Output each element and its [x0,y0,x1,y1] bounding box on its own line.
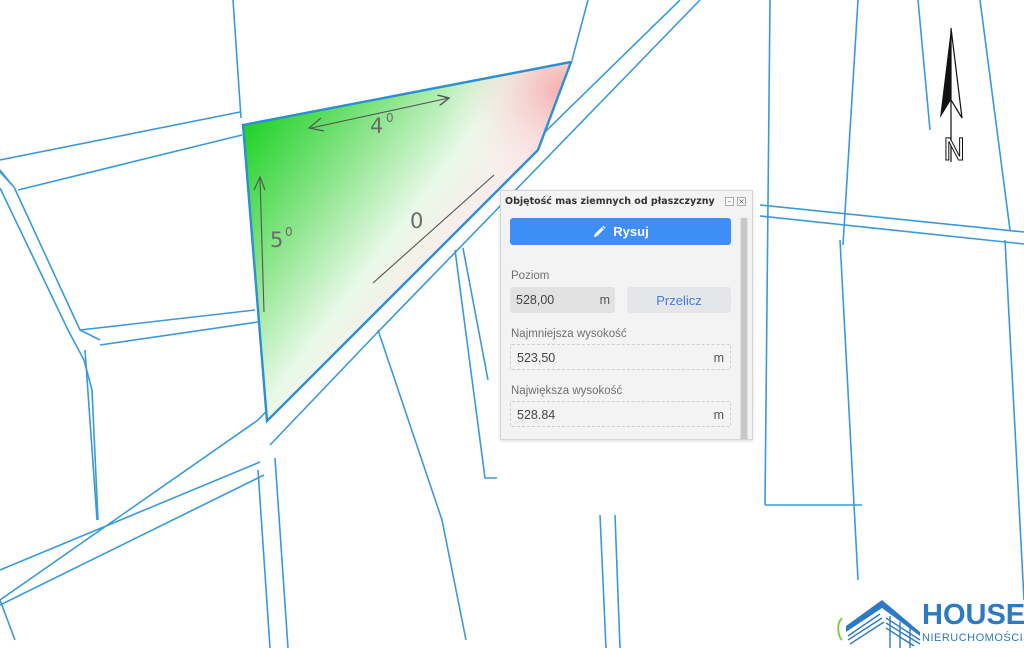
level-unit: m [599,293,610,307]
close-icon[interactable]: × [737,197,746,206]
svg-text:5: 5 [270,228,283,252]
svg-text:0: 0 [386,111,394,125]
max-height-field: 528.84 m [510,401,731,427]
north-label: N [943,133,965,168]
level-label: Poziom [511,270,550,282]
logo-tagline: NIERUCHOMOŚCI [922,632,1024,644]
pencil-icon [594,225,606,237]
volume-panel: Objętość mas ziemnych od płaszczyzny – ×… [500,190,753,440]
svg-text:0: 0 [285,225,293,239]
minimize-icon[interactable]: – [725,197,734,206]
logo-brand: HOUSE [922,599,1024,631]
min-height-value: 523.50 [517,351,556,365]
svg-text:0: 0 [410,209,423,233]
min-height-field: 523.50 m [510,344,731,370]
min-height-label: Najmniejsza wysokość [511,328,627,340]
level-value: 528,00 [516,293,555,307]
svg-text:4: 4 [370,114,383,138]
recalculate-button[interactable]: Przelicz [627,287,731,313]
min-height-unit: m [713,351,724,365]
panel-scrollbar[interactable] [740,218,748,439]
max-height-label: Największa wysokość [511,385,623,397]
slope-label-0: 0 [410,209,423,233]
house-logo: HOUSE NIERUCHOMOŚCI [830,596,1024,648]
panel-scroll-thumb[interactable] [741,218,747,439]
max-height-value: 528.84 [517,408,556,422]
building-logo-icon [837,600,921,648]
panel-title: Objętość mas ziemnych od płaszczyzny [505,196,715,207]
north-arrow-icon: N [940,27,966,169]
draw-button[interactable]: Rysuj [510,218,731,245]
max-height-unit: m [713,408,724,422]
draw-button-label: Rysuj [613,224,649,239]
level-input[interactable]: 528,00 m [510,287,615,313]
